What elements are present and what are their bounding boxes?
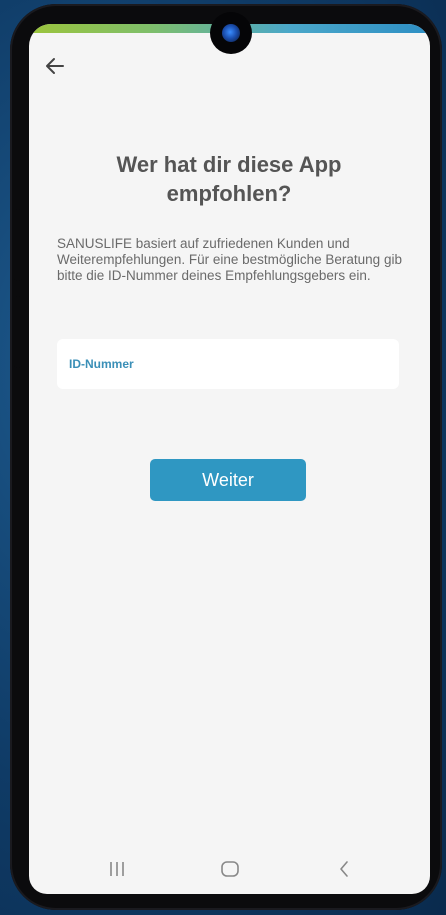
description-text: SANUSLIFE basiert auf zufriedenen Kunden…	[57, 236, 402, 283]
arrow-left-icon	[46, 58, 64, 74]
side-button	[14, 296, 22, 368]
id-number-field[interactable]: ID-Nummer	[57, 339, 403, 391]
id-number-input[interactable]	[57, 339, 403, 391]
volume-button	[14, 209, 22, 281]
recent-apps-icon	[110, 862, 124, 876]
back-chevron-icon	[340, 861, 348, 877]
system-navigation-bar	[29, 844, 430, 894]
page-title: Wer hat dir diese App empfohlen?	[116, 152, 342, 206]
recent-apps-button[interactable]	[105, 858, 129, 880]
continue-button[interactable]: Weiter	[150, 459, 306, 501]
home-icon	[221, 861, 239, 877]
app-screen: Wer hat dir diese App empfohlen? SANUSLI…	[29, 24, 430, 894]
home-button[interactable]	[218, 858, 242, 880]
back-button[interactable]	[41, 52, 69, 80]
front-camera	[210, 12, 252, 54]
nav-back-button[interactable]	[332, 858, 356, 880]
camera-lens	[222, 24, 240, 42]
